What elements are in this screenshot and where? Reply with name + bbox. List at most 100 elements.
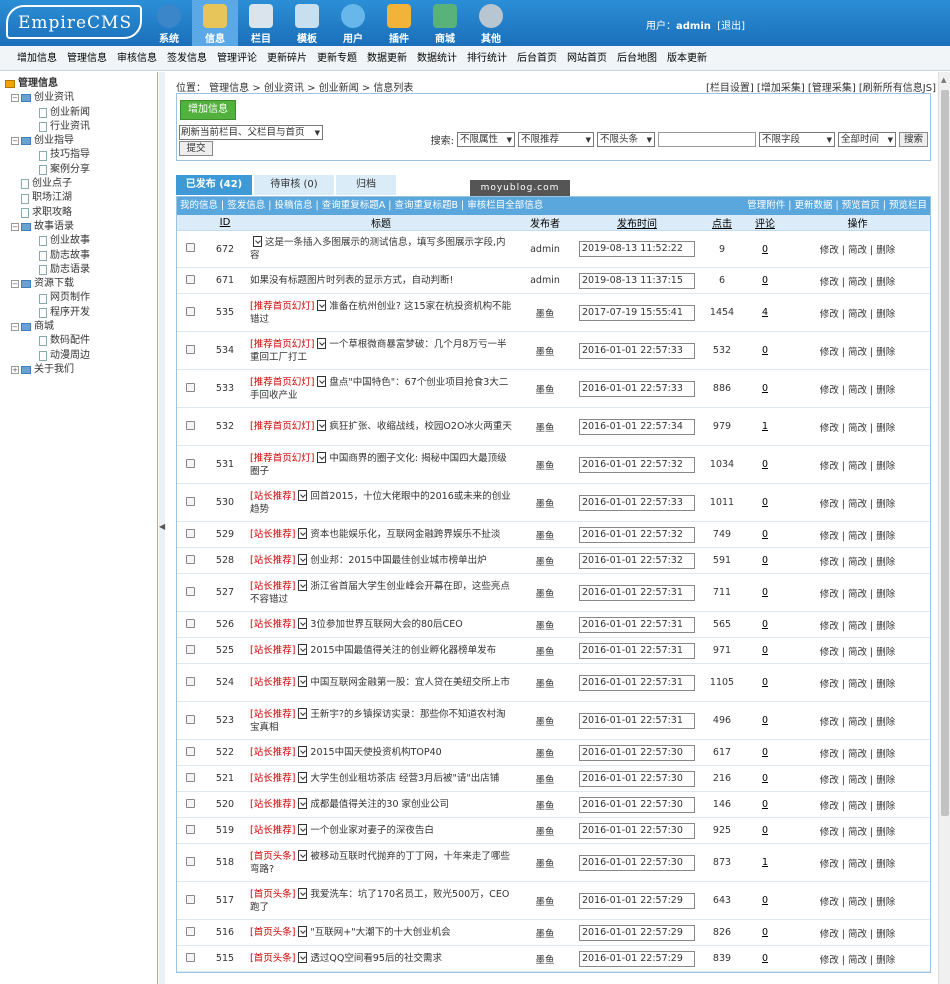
edit-doc-icon[interactable] <box>317 451 327 463</box>
tree-root[interactable]: 管理信息 <box>5 77 157 91</box>
col-clicks[interactable]: 点击 <box>699 215 745 231</box>
row-ops[interactable]: 修改 | 简改 | 删除 <box>785 445 930 484</box>
refresh-select[interactable]: 刷新当前栏目、父栏目与首页 <box>179 125 323 140</box>
tree-node[interactable]: 技巧指导 <box>5 148 157 162</box>
scroll-up-icon[interactable]: ▲ <box>941 76 946 84</box>
edit-doc-icon[interactable] <box>253 236 262 247</box>
row-title[interactable]: 2015中国天使投资机构TOP40 <box>310 747 441 758</box>
row-checkbox[interactable] <box>185 382 195 392</box>
collapse-icon[interactable]: − <box>11 323 19 332</box>
edit-doc-icon[interactable] <box>298 746 308 757</box>
tree-node-label[interactable]: 求职攻略 <box>32 206 72 220</box>
row-comments[interactable]: 0 <box>762 345 768 356</box>
nav-item-7[interactable]: 其他 <box>468 0 514 46</box>
edit-doc-icon[interactable] <box>298 676 308 687</box>
row-comments[interactable]: 0 <box>762 747 768 758</box>
edit-doc-icon[interactable] <box>298 887 308 899</box>
edit-doc-icon[interactable] <box>298 707 308 719</box>
row-ops[interactable]: 修改 | 简改 | 删除 <box>785 573 930 612</box>
scroll-thumb[interactable] <box>941 90 949 816</box>
subnav-item[interactable]: 排行统计 <box>462 46 512 71</box>
row-time-input[interactable]: 2016-01-01 22:57:30 <box>579 854 695 871</box>
edit-doc-icon[interactable] <box>298 798 308 809</box>
subnav-item[interactable]: 管理信息 <box>62 46 112 71</box>
tab-0[interactable]: 已发布 (42) <box>176 175 252 195</box>
subnav-item[interactable]: 网站首页 <box>562 46 612 71</box>
edit-doc-icon[interactable] <box>298 772 308 783</box>
nav-item-6[interactable]: 商城 <box>422 0 468 46</box>
row-time-input[interactable]: 2016-01-01 22:57:30 <box>579 770 695 787</box>
subnav-item[interactable]: 签发信息 <box>162 46 212 71</box>
tree-node[interactable]: − 商城 <box>5 320 157 334</box>
row-checkbox[interactable] <box>185 772 195 782</box>
subnav-item[interactable]: 后台地图 <box>612 46 662 71</box>
col-id[interactable]: ID <box>203 215 247 231</box>
row-ops[interactable]: 修改 | 简改 | 删除 <box>785 267 930 294</box>
row-ops[interactable]: 修改 | 简改 | 删除 <box>785 331 930 370</box>
edit-doc-icon[interactable] <box>298 489 308 501</box>
subnav-item[interactable]: 数据统计 <box>412 46 462 71</box>
row-checkbox[interactable] <box>185 926 195 936</box>
field-filter[interactable]: 不限字段 <box>758 132 835 147</box>
row-time-input[interactable]: 2016-01-01 22:57:30 <box>579 796 695 813</box>
collapse-icon[interactable] <box>11 209 19 217</box>
row-checkbox[interactable] <box>185 274 195 284</box>
collapse-icon[interactable]: − <box>11 94 19 103</box>
tree-node[interactable]: 创业故事 <box>5 234 157 248</box>
row-title[interactable]: 中国互联网金融第一股：宜人贷在美纽交所上市 <box>310 677 510 688</box>
row-comments[interactable]: 0 <box>762 619 768 630</box>
action-links-left[interactable]: 我的信息 | 签发信息 | 投稿信息 | 查询重复标题A | 查询重复标题B |… <box>180 197 543 215</box>
subnav-item[interactable]: 管理评论 <box>212 46 262 71</box>
row-checkbox[interactable] <box>185 714 195 724</box>
edit-doc-icon[interactable] <box>298 849 308 861</box>
row-comments[interactable]: 0 <box>762 275 768 286</box>
submit-button[interactable]: 提交 <box>179 141 213 156</box>
tree-node[interactable]: 行业资讯 <box>5 120 157 134</box>
tree-node-label[interactable]: 资源下载 <box>34 277 74 291</box>
row-title[interactable]: 大学生创业租坊茶店 经营3月后被"请"出店铺 <box>310 773 499 784</box>
tree-node[interactable]: − 创业指导 <box>5 134 157 148</box>
row-time-input[interactable]: 2016-01-01 22:57:33 <box>579 380 695 397</box>
row-checkbox[interactable] <box>185 420 195 430</box>
time-filter[interactable]: 全部时间 <box>837 132 896 147</box>
row-time-input[interactable]: 2016-01-01 22:57:32 <box>579 456 695 473</box>
row-time-input[interactable]: 2016-01-01 22:57:31 <box>579 712 695 729</box>
edit-doc-icon[interactable] <box>298 579 308 591</box>
row-title[interactable]: 2015中国最值得关注的创业孵化器榜单发布 <box>310 645 496 656</box>
row-comments[interactable]: 0 <box>762 927 768 938</box>
row-checkbox[interactable] <box>185 243 195 252</box>
row-title[interactable]: 3位参加世界互联网大会的80后CEO <box>310 619 462 630</box>
row-comments[interactable]: 0 <box>762 555 768 566</box>
tree-node[interactable]: 创业点子 <box>5 177 157 191</box>
tree-node[interactable]: − 创业资讯 <box>5 91 157 105</box>
collapse-icon[interactable] <box>11 195 19 203</box>
tree-node[interactable]: 案例分享 <box>5 163 157 177</box>
row-comments[interactable]: 0 <box>762 677 768 688</box>
row-title[interactable]: 疯狂扩张、收缩战线，校园O2O冰火两重天 <box>329 421 512 432</box>
col-comments[interactable]: 评论 <box>745 215 785 231</box>
row-ops[interactable]: 修改 | 简改 | 删除 <box>785 483 930 522</box>
edit-doc-icon[interactable] <box>298 644 308 655</box>
edit-doc-icon[interactable] <box>298 554 308 565</box>
collapse-arrow-icon[interactable]: ◀ <box>159 522 165 531</box>
subnav-item[interactable]: 审核信息 <box>112 46 162 71</box>
tree-node[interactable]: 程序开发 <box>5 306 157 320</box>
tree-node-label[interactable]: 动漫周边 <box>50 349 90 363</box>
tree-node[interactable]: 数码配件 <box>5 334 157 348</box>
subnav-item[interactable]: 更新碎片 <box>262 46 312 71</box>
recommend-filter[interactable]: 不限推荐 <box>517 132 594 147</box>
row-time-input[interactable]: 2016-01-01 22:57:31 <box>579 584 695 601</box>
col-time[interactable]: 发布时间 <box>575 215 699 231</box>
row-comments[interactable]: 0 <box>762 459 768 470</box>
sidebar-splitter[interactable]: ◀ <box>159 72 165 984</box>
row-time-input[interactable]: 2016-01-01 22:57:29 <box>579 892 695 909</box>
row-ops[interactable]: 修改 | 简改 | 删除 <box>785 369 930 408</box>
row-comments[interactable]: 4 <box>762 307 768 318</box>
row-checkbox[interactable] <box>185 856 195 866</box>
row-time-input[interactable]: 2016-01-01 22:57:29 <box>579 950 695 967</box>
action-links-right[interactable]: 管理附件 | 更新数据 | 预览首页 | 预览栏目 <box>747 197 927 215</box>
collapse-icon[interactable]: − <box>11 223 19 232</box>
row-ops[interactable]: 修改 | 简改 | 删除 <box>785 881 930 920</box>
tree-node[interactable]: − 资源下载 <box>5 277 157 291</box>
row-comments[interactable]: 0 <box>762 953 768 964</box>
